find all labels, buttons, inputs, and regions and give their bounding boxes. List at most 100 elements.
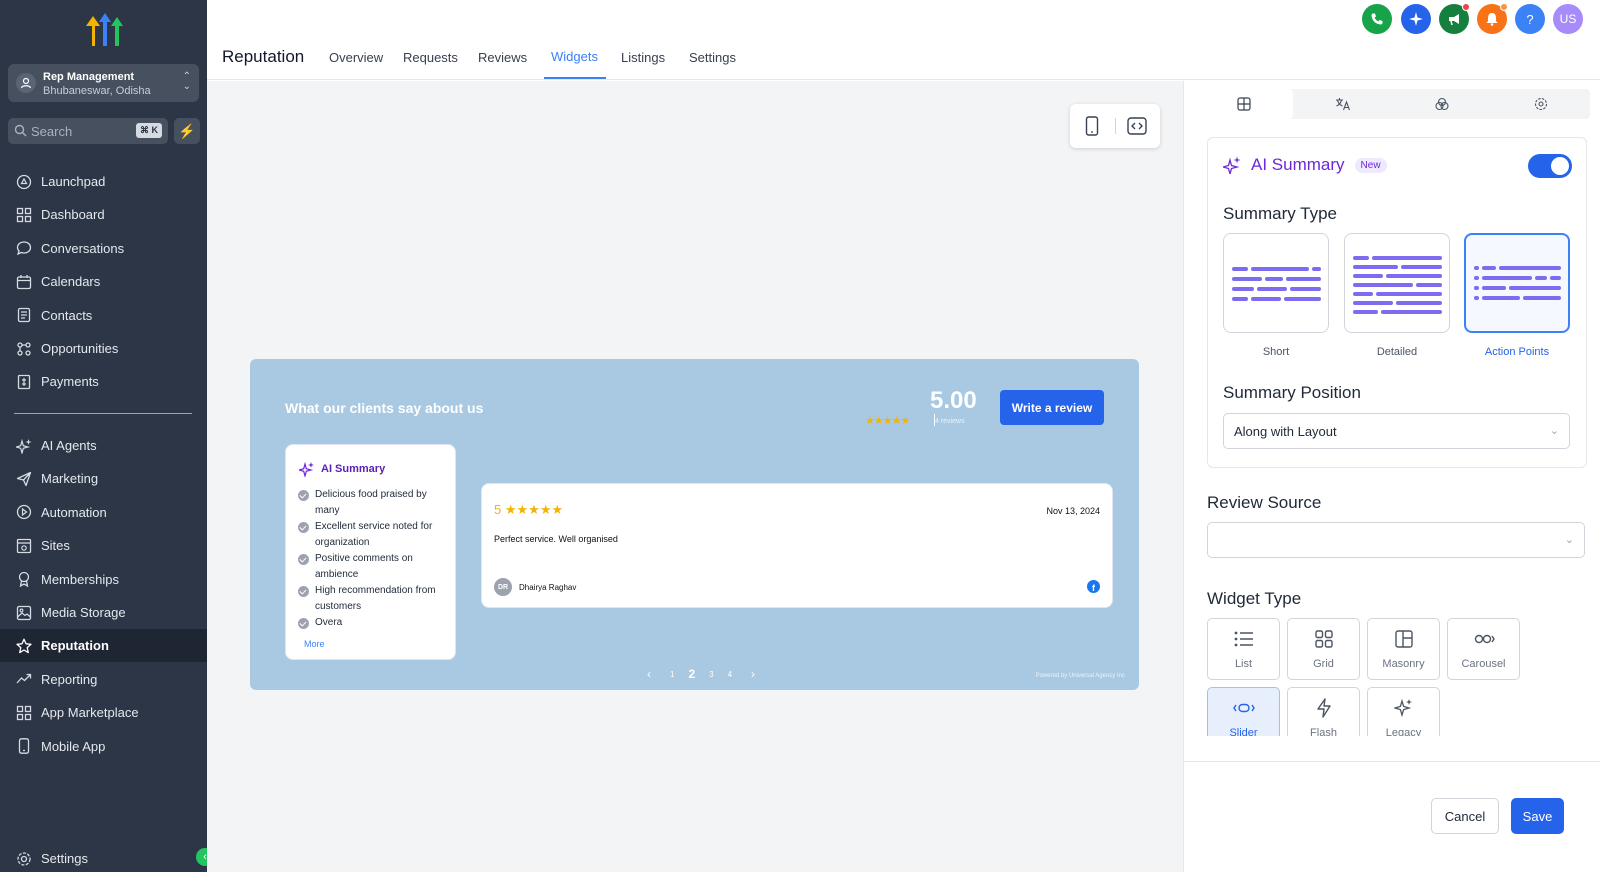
phone-icon[interactable]: [1362, 4, 1392, 34]
review-source-label: Review Source: [1207, 493, 1322, 512]
cancel-button[interactable]: Cancel: [1431, 798, 1499, 834]
tab-widgets[interactable]: Widgets: [551, 49, 598, 64]
sidebar-item-ai-agents[interactable]: AI Agents: [0, 429, 207, 462]
bell-icon[interactable]: [1477, 3, 1508, 34]
tab-layout[interactable]: [1194, 89, 1293, 119]
tab-translate[interactable]: [1293, 89, 1392, 119]
account-switcher[interactable]: Rep Management Bhubaneswar, Odisha ⌃ ⌄: [8, 64, 199, 102]
widget-type-legacy[interactable]: Legacy: [1367, 687, 1440, 736]
sidebar-item-launchpad[interactable]: Launchpad: [0, 165, 207, 198]
summary-position-select[interactable]: Along with Layout ⌄: [1223, 413, 1570, 449]
sparkles-icon: [1392, 697, 1416, 719]
sidebar-item-opportunities[interactable]: Opportunities: [0, 332, 207, 365]
sidebar-item-app-marketplace[interactable]: App Marketplace: [0, 696, 207, 729]
tab-listings[interactable]: Listings: [621, 50, 665, 65]
widget-type-list[interactable]: List: [1207, 618, 1280, 680]
apps-icon: [15, 704, 33, 722]
megaphone-icon[interactable]: [1439, 3, 1470, 34]
sidebar-item-label: Dashboard: [41, 207, 105, 223]
sidebar-item-dashboard[interactable]: Dashboard: [0, 198, 207, 231]
tab-settings[interactable]: Settings: [689, 50, 736, 65]
sidebar-item-media-storage[interactable]: Media Storage: [0, 596, 207, 629]
pagination: ‹ 1 2 3 4 ›: [635, 667, 767, 681]
next-page-button[interactable]: ›: [751, 667, 755, 681]
more-link[interactable]: More: [304, 639, 325, 649]
tab-overview[interactable]: Overview: [329, 50, 383, 65]
save-button[interactable]: Save: [1511, 798, 1564, 834]
widget-type-grid[interactable]: Grid: [1287, 618, 1360, 680]
ai-summary-toggle[interactable]: [1528, 154, 1572, 178]
tab-settings-gear[interactable]: [1491, 89, 1590, 119]
quick-action-bolt-icon[interactable]: ⚡: [174, 118, 200, 144]
gear-icon: [1534, 97, 1547, 111]
sidebar-item-memberships[interactable]: Memberships: [0, 563, 207, 596]
summary-type-label: Summary Type: [1223, 204, 1338, 223]
sidebar-item-label: Marketing: [41, 471, 99, 487]
gear-icon: [15, 850, 33, 868]
summary-point-text: Overa: [315, 617, 343, 628]
lightning-icon: [1312, 697, 1336, 719]
mobile-preview-icon[interactable]: [1081, 115, 1103, 137]
layout-icon: [1236, 97, 1251, 111]
review-score: 5: [494, 502, 502, 517]
sidebar: Rep Management Bhubaneswar, Odisha ⌃ ⌄ Se…: [0, 0, 214, 872]
ai-sparkle-icon[interactable]: [1401, 4, 1431, 34]
sidebar-item-payments[interactable]: Payments: [0, 365, 207, 398]
sidebar-item-label: Mobile App: [41, 738, 106, 754]
top-header: Reputation Overview Requests Reviews Wid…: [207, 0, 1600, 80]
ai-summary-card-title: AI Summary: [321, 463, 386, 475]
tab-reviews[interactable]: Reviews: [478, 50, 527, 65]
sidebar-item-conversations[interactable]: Conversations: [0, 232, 207, 265]
automation-icon: [15, 503, 33, 521]
sidebar-item-automation[interactable]: Automation: [0, 496, 207, 529]
page-3[interactable]: 3: [709, 670, 713, 679]
new-badge: New: [1354, 157, 1387, 173]
widget-type-carousel[interactable]: Carousel: [1447, 618, 1520, 680]
badge-icon: [15, 570, 33, 588]
sidebar-item-settings[interactable]: Settings: [0, 842, 207, 872]
grid-icon: [1312, 628, 1336, 650]
sidebar-item-calendars[interactable]: Calendars: [0, 265, 207, 298]
search-input[interactable]: Search ⌘ K: [8, 118, 168, 144]
list-item: Excellent service noted for organization: [298, 519, 448, 551]
review-card: 5 ★★★★★ Nov 13, 2024 Perfect service. We…: [481, 483, 1113, 608]
summary-type-short[interactable]: [1223, 233, 1329, 333]
funnel-icon: [15, 340, 33, 358]
notification-dot: [1462, 3, 1470, 11]
sidebar-item-label: Opportunities: [41, 341, 119, 356]
widget-type-label-text: Masonry: [1382, 658, 1425, 670]
sidebar-item-mobile-app[interactable]: Mobile App: [0, 730, 207, 763]
write-review-button[interactable]: Write a review: [1000, 390, 1104, 425]
review-source-select[interactable]: ⌄: [1207, 522, 1585, 558]
page-1[interactable]: 1: [670, 670, 674, 679]
prev-page-button[interactable]: ‹: [647, 667, 651, 681]
sidebar-item-reporting[interactable]: Reporting: [0, 663, 207, 696]
trend-icon: [15, 670, 33, 688]
widget-type-slider[interactable]: Slider: [1207, 687, 1280, 736]
help-icon[interactable]: ?: [1515, 4, 1545, 34]
tab-requests[interactable]: Requests: [403, 50, 458, 65]
user-avatar[interactable]: US: [1553, 4, 1583, 34]
search-shortcut: ⌘ K: [136, 123, 162, 138]
panel-tabs: [1194, 89, 1590, 119]
sidebar-item-contacts[interactable]: Contacts: [0, 299, 207, 332]
embed-code-icon[interactable]: [1126, 115, 1148, 137]
widget-type-flash[interactable]: Flash: [1287, 687, 1360, 736]
page-4[interactable]: 4: [728, 670, 732, 679]
ai-summary-header: AI Summary New: [1223, 155, 1387, 175]
summary-type-detailed[interactable]: [1344, 233, 1450, 333]
tab-style[interactable]: [1392, 89, 1491, 119]
page-2[interactable]: 2: [688, 667, 695, 681]
check-circle-icon: [298, 586, 309, 597]
sidebar-item-reputation[interactable]: Reputation: [0, 629, 207, 663]
grid-icon: [15, 206, 33, 224]
widget-type-label-text: Carousel: [1461, 658, 1506, 670]
sidebar-item-sites[interactable]: Sites: [0, 529, 207, 562]
widget-type-masonry[interactable]: Masonry: [1367, 618, 1440, 680]
rating-stars: ★★★★★: [865, 415, 910, 427]
powered-by: Powered by Universal Agency Inc: [1035, 673, 1125, 679]
summary-type-action-points[interactable]: [1464, 233, 1570, 333]
sidebar-item-marketing[interactable]: Marketing: [0, 462, 207, 495]
list-item: Positive comments on ambience: [298, 551, 448, 583]
footer-divider: [1184, 761, 1600, 762]
